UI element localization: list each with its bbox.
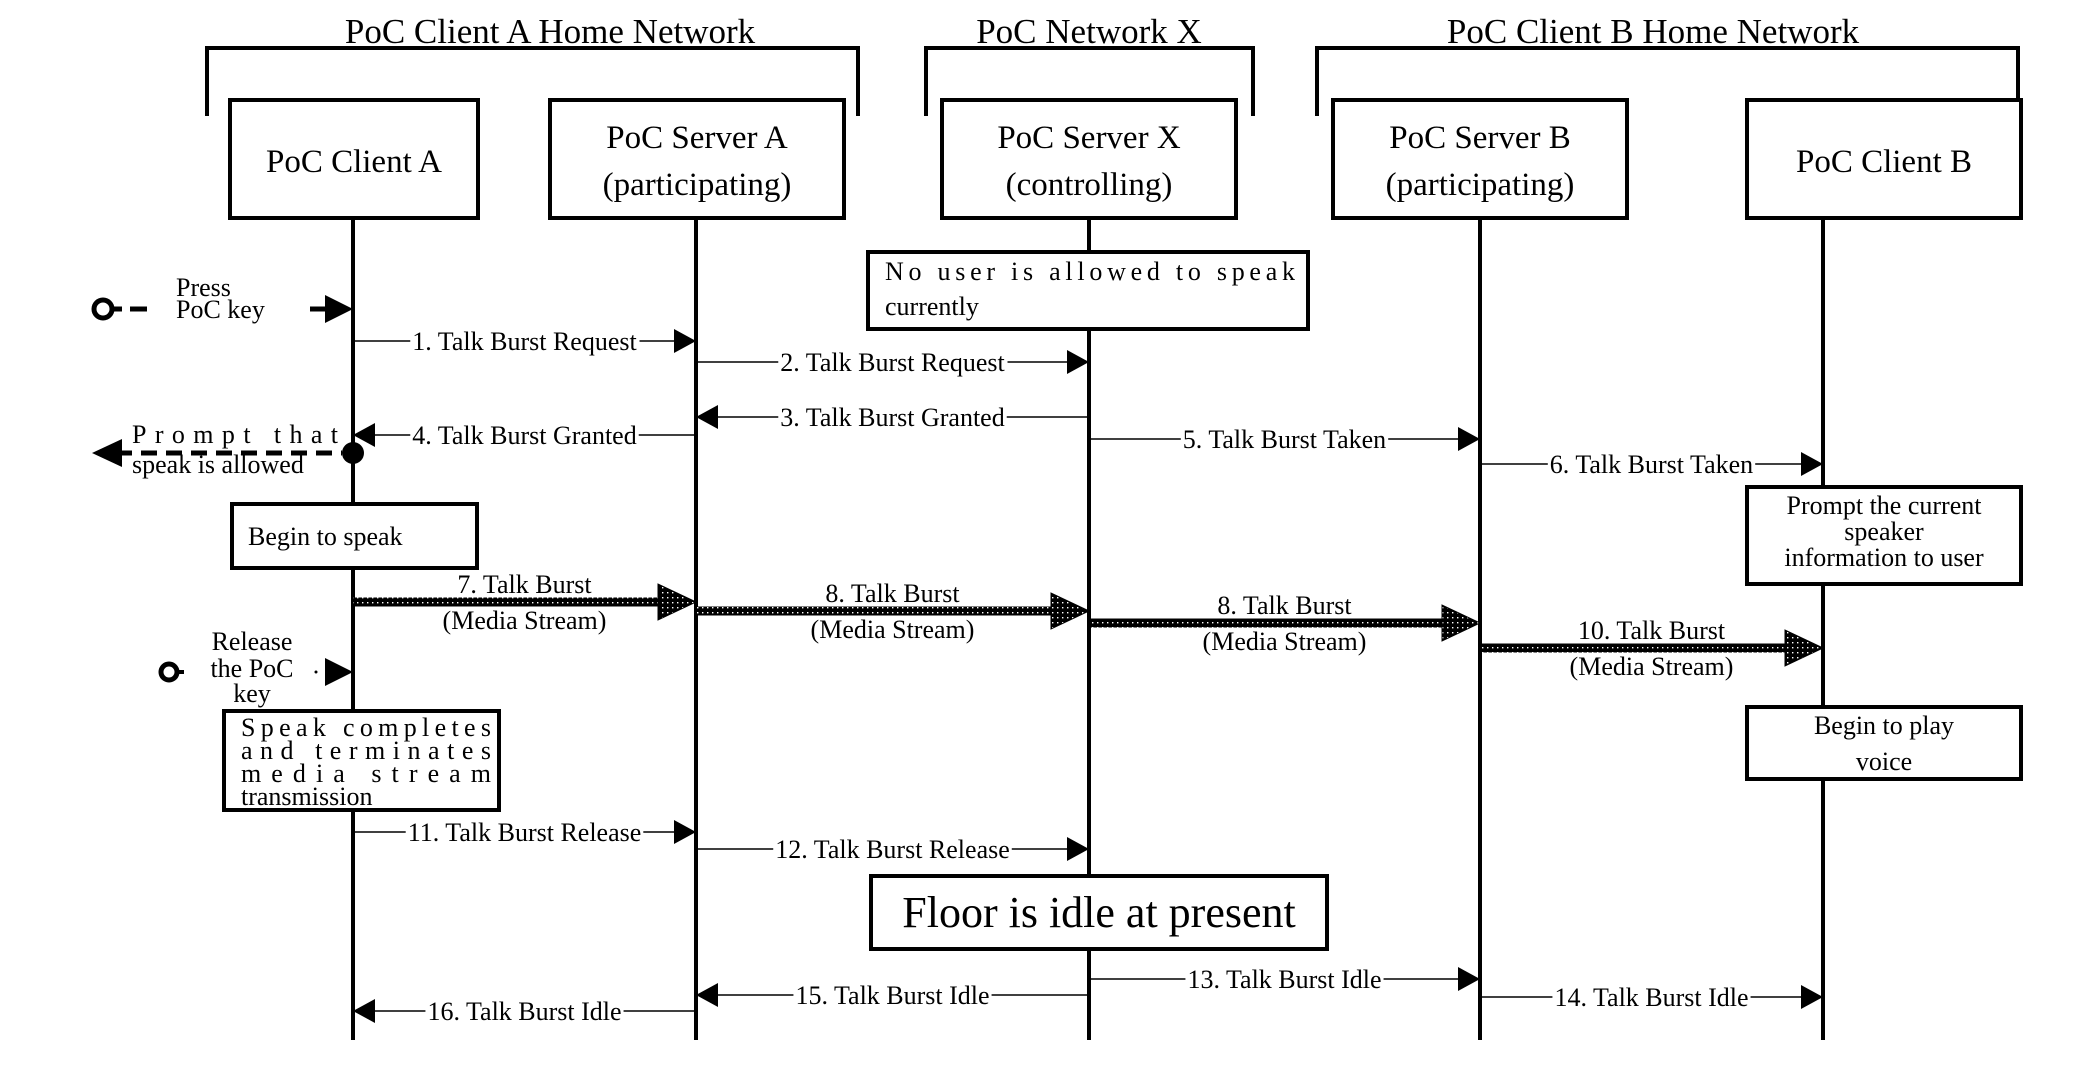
media-arrow-icon [657,583,698,621]
participant-label: PoC Client B [1796,144,1972,180]
group-title: PoC Client A Home Network [345,12,756,51]
action-label: Prompt that [132,420,339,449]
arrow-right-icon [1458,967,1480,991]
note-line: currently [885,292,979,321]
action-label: speak is allowed [132,450,304,479]
note-begin-to-speak: Begin to speak [230,502,479,570]
message-label: 15. Talk Burst Idle [795,981,989,1010]
action-label: PoC key [176,295,265,324]
message-m6: 6. Talk Burst Taken [1480,450,1823,479]
arrow-right-icon [1067,350,1089,374]
start-circle-icon [91,297,115,321]
note-floor-idle: Floor is idle at present [869,874,1329,951]
message-label: 10. Talk Burst [1578,616,1726,645]
arrow-right-icon [674,820,696,844]
message-m5: 5. Talk Burst Taken [1089,425,1480,454]
message-m1: 1. Talk Burst Request [353,327,696,356]
message-sublabel: (Media Stream) [1570,652,1734,681]
message-m7: 7. Talk Burst (Media Stream) [353,570,698,635]
message-label: 12. Talk Burst Release [775,835,1010,864]
arrow-right-icon [1801,985,1823,1009]
note-line: transmission [241,782,372,811]
media-arrow-icon [1784,629,1825,667]
participant-label: PoC Server X [997,120,1180,156]
note-line: information to user [1784,543,1984,572]
note-line: Begin to speak [248,522,403,551]
action-press-poc-key: Press PoC key [91,273,353,324]
message-label: 14. Talk Burst Idle [1554,983,1748,1012]
media-arrow-icon [1441,604,1482,642]
note-line: No user is allowed to speak [885,257,1295,286]
message-m11: 11. Talk Burst Release [353,818,696,847]
arrow-right-icon [1067,837,1089,861]
note-line: speaker [1844,517,1924,546]
arrow-right-icon [325,295,353,323]
participant-label: PoC Server B [1389,120,1571,156]
note-line: Begin to play [1814,711,1954,740]
message-label: 1. Talk Burst Request [412,327,637,356]
start-circle-icon [158,661,180,683]
participant-server-a: PoC Server A (participating) [548,98,846,220]
participant-label: PoC Server A [606,120,788,156]
participant-client-a: PoC Client A [228,98,480,220]
note-line: Floor is idle at present [902,888,1296,937]
action-label: Release [212,627,293,656]
note-line: voice [1856,747,1912,776]
message-m12: 12. Talk Burst Release [696,835,1089,864]
message-m13: 13. Talk Burst Idle [1089,965,1480,994]
participant-sublabel: (controlling) [1006,167,1173,203]
arrow-right-icon [674,329,696,353]
action-release-poc-key: Release the PoC key [158,627,353,708]
message-label: 2. Talk Burst Request [780,348,1005,377]
message-m8b: 8. Talk Burst (Media Stream) [1089,591,1482,656]
message-label: 16. Talk Burst Idle [427,997,621,1026]
participant-label: PoC Client A [266,144,442,180]
message-label: 13. Talk Burst Idle [1187,965,1381,994]
message-sublabel: (Media Stream) [811,615,975,644]
participant-client-b: PoC Client B [1745,98,2023,220]
arrow-left-icon [696,405,718,429]
message-sublabel: (Media Stream) [443,606,607,635]
participant-sublabel: (participating) [603,167,792,203]
message-m10: 10. Talk Burst (Media Stream) [1480,616,1825,681]
note-no-user-allowed: No user is allowed to speak currently [866,250,1310,331]
message-sublabel: (Media Stream) [1203,627,1367,656]
note-speak-completes: Speak completes and terminates media str… [222,709,501,812]
message-m3: 3. Talk Burst Granted [696,403,1089,432]
arrow-left-icon [353,999,375,1023]
message-label: 8. Talk Burst [825,579,960,608]
participant-server-x: PoC Server X (controlling) [940,98,1238,220]
message-label: 3. Talk Burst Granted [780,403,1004,432]
arrow-right-icon [325,658,353,686]
message-m4: 4. Talk Burst Granted [353,421,696,450]
message-label: 7. Talk Burst [457,570,592,599]
dot-icon [342,442,364,464]
action-prompt-speak-allowed: Prompt that speak is allowed [92,420,364,479]
note-prompt-current-speaker: Prompt the current speaker information t… [1745,485,2023,586]
message-m16: 16. Talk Burst Idle [353,997,696,1026]
message-label: 6. Talk Burst Taken [1550,450,1753,479]
group-title: PoC Network X [976,12,1202,51]
message-m2: 2. Talk Burst Request [696,348,1089,377]
note-begin-to-play-voice: Begin to play voice [1745,705,2023,781]
arrow-left-icon [92,439,122,467]
arrow-right-icon [1801,452,1823,476]
note-line: Prompt the current [1787,491,1983,520]
media-arrow-icon [1050,592,1091,630]
action-label: key [233,679,271,708]
message-label: 8. Talk Burst [1217,591,1352,620]
participant-sublabel: (participating) [1386,167,1575,203]
message-m15: 15. Talk Burst Idle [696,981,1089,1010]
message-label: 5. Talk Burst Taken [1183,425,1386,454]
group-title: PoC Client B Home Network [1447,12,1860,51]
message-label: 11. Talk Burst Release [408,818,642,847]
arrow-right-icon [1458,427,1480,451]
message-m8a: 8. Talk Burst (Media Stream) [696,579,1091,644]
arrow-left-icon [696,983,718,1007]
poc-talk-burst-sequence-diagram: PoC Client A Home Network PoC Network X … [91,12,2023,1040]
message-m14: 14. Talk Burst Idle [1480,983,1823,1012]
participant-server-b: PoC Server B (participating) [1331,98,1629,220]
message-label: 4. Talk Burst Granted [412,421,636,450]
